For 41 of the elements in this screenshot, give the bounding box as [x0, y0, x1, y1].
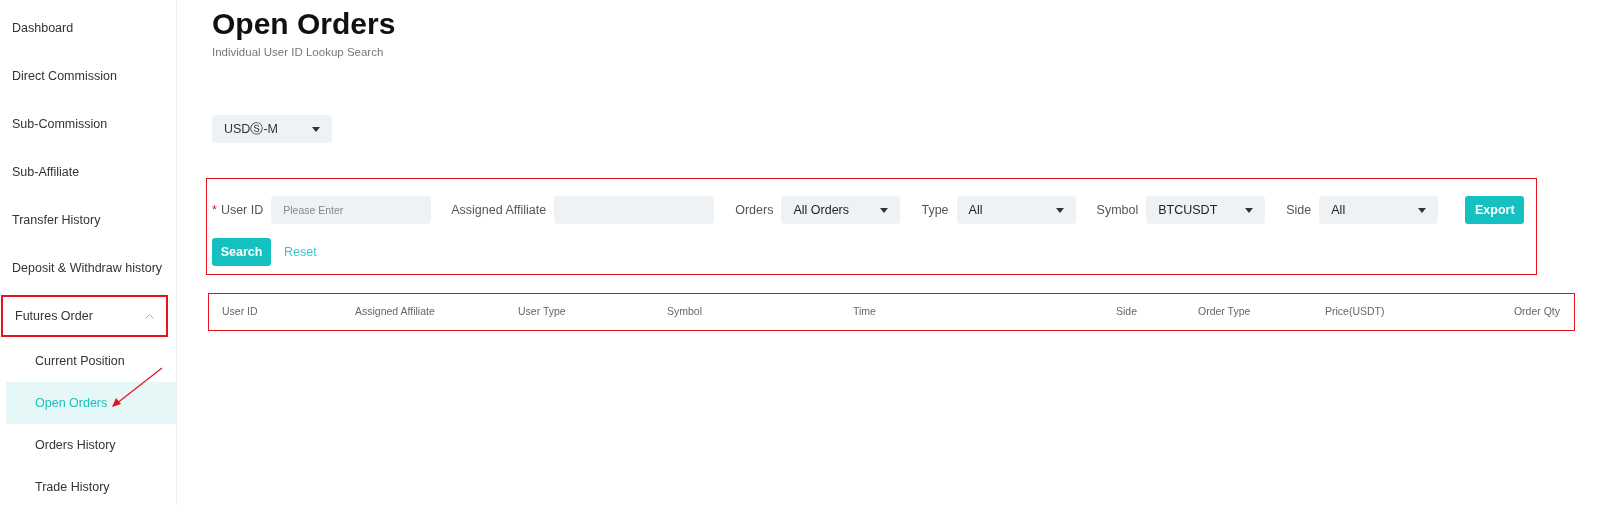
page-title: Open Orders	[212, 6, 397, 42]
column-header[interactable]: Order Type	[1198, 304, 1325, 321]
sidebar-item[interactable]: Direct Commission	[0, 55, 176, 97]
column-header[interactable]: User ID	[222, 304, 355, 321]
field-label: Orders	[735, 201, 774, 219]
caret-icon	[1418, 207, 1427, 213]
column-header[interactable]: Side	[1116, 304, 1198, 321]
caret-icon	[312, 126, 320, 132]
caret-icon	[1245, 207, 1254, 213]
select-dropdown[interactable]: All Orders	[781, 196, 901, 225]
column-header[interactable]: Symbol	[667, 304, 853, 321]
column-header[interactable]: Order Qty	[1495, 304, 1560, 321]
sidebar-item[interactable]: Current Position	[6, 340, 176, 382]
column-header[interactable]: Time	[853, 304, 1116, 321]
market-dropdown[interactable]: USDⓈ-M	[212, 115, 332, 144]
required-mark: *	[212, 201, 217, 219]
page-subtitle: Individual User ID Lookup Search	[212, 45, 385, 60]
column-header[interactable]: Assigned Affiliate	[355, 304, 518, 321]
sidebar-item[interactable]: Futures Order	[1, 295, 168, 337]
select-dropdown[interactable]: All	[1319, 196, 1439, 225]
annotation-arrow	[110, 366, 164, 410]
field-label: Type	[921, 201, 949, 219]
sidebar-item[interactable]: Dashboard	[0, 7, 176, 49]
caret-icon	[1055, 207, 1064, 213]
field-label: User ID	[220, 201, 264, 219]
select-dropdown[interactable]: BTCUSDT	[1146, 196, 1266, 225]
caret-icon	[880, 207, 889, 213]
field-label: Assigned Affiliate	[451, 201, 547, 219]
input-field[interactable]: Please Enter	[271, 196, 432, 225]
column-header[interactable]: Price(USDT)	[1325, 304, 1495, 321]
sidebar-item[interactable]: Trade History	[6, 466, 176, 505]
chevron-icon	[145, 313, 154, 319]
sidebar-item[interactable]: Sub-Commission	[0, 103, 176, 145]
sidebar-item[interactable]: Sub-Affiliate	[0, 151, 176, 193]
sidebar-item[interactable]: Orders History	[6, 424, 176, 466]
field-label: Side	[1286, 201, 1312, 219]
field-label: Symbol	[1096, 201, 1139, 219]
select-dropdown[interactable]: All	[956, 196, 1076, 225]
sidebar-item[interactable]: Transfer History	[0, 199, 176, 241]
sidebar-item[interactable]: Deposit & Withdraw history	[0, 247, 176, 289]
column-header[interactable]: User Type	[518, 304, 667, 321]
